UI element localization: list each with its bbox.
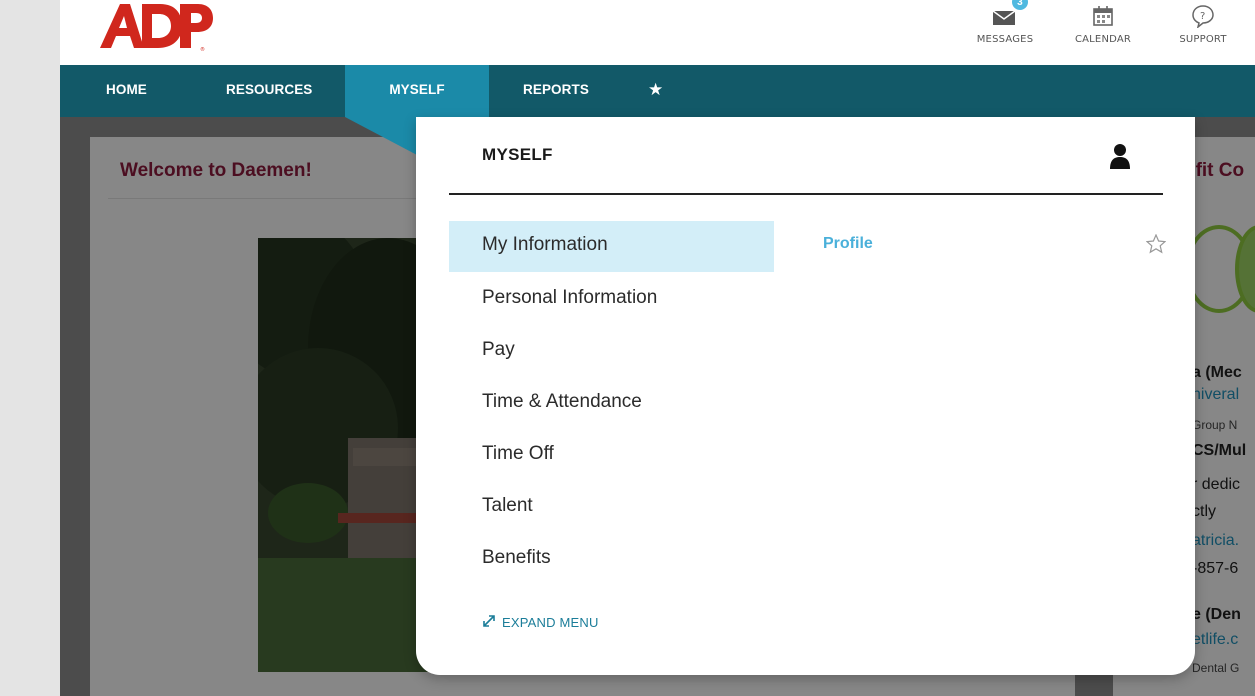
expand-menu-button[interactable]: EXPAND MENU xyxy=(482,614,599,631)
favorites-star-icon[interactable]: ★ xyxy=(648,65,663,117)
menu-item-time-off[interactable]: Time Off xyxy=(482,443,554,465)
menu-divider xyxy=(449,193,1163,195)
menu-item-pay[interactable]: Pay xyxy=(482,339,515,361)
person-icon xyxy=(1109,143,1131,169)
adp-logo[interactable]: ® xyxy=(96,0,216,53)
support-icon: ? xyxy=(1191,0,1215,32)
menu-item-benefits[interactable]: Benefits xyxy=(482,547,551,569)
messages-link[interactable]: 3 MESSAGES xyxy=(970,0,1040,65)
support-link[interactable]: ? SUPPORT xyxy=(1168,0,1238,65)
messages-label: MESSAGES xyxy=(976,34,1034,45)
nav-resources[interactable]: RESOURCES xyxy=(226,65,312,117)
calendar-link[interactable]: CALENDAR xyxy=(1068,0,1138,65)
main-nav: HOME RESOURCES MYSELF REPORTS ★ xyxy=(60,65,1255,117)
nav-home[interactable]: HOME xyxy=(106,65,147,117)
menu-title: MYSELF xyxy=(482,145,553,164)
support-label: SUPPORT xyxy=(1179,34,1227,45)
expand-menu-label: EXPAND MENU xyxy=(502,615,599,630)
svg-text:®: ® xyxy=(200,46,205,52)
menu-item-talent[interactable]: Talent xyxy=(482,495,533,517)
calendar-icon xyxy=(1092,0,1114,32)
menu-item-my-information[interactable]: My Information xyxy=(482,234,608,256)
nav-myself-label: MYSELF xyxy=(389,82,445,97)
envelope-icon: 3 xyxy=(992,0,1028,32)
add-favorite-star-icon[interactable] xyxy=(1145,233,1167,254)
calendar-label: CALENDAR xyxy=(1074,34,1132,45)
myself-menu-panel: MYSELF My Information Personal Informati… xyxy=(416,117,1195,675)
messages-badge: 3 xyxy=(1012,0,1028,10)
submenu-item-profile[interactable]: Profile xyxy=(823,235,873,253)
expand-arrows-icon xyxy=(482,614,496,631)
menu-item-time-attendance[interactable]: Time & Attendance xyxy=(482,391,642,413)
nav-reports[interactable]: REPORTS xyxy=(523,65,589,117)
nav-myself[interactable]: MYSELF xyxy=(345,65,489,117)
top-header: ® 3 MESSAGES CALENDAR ? SUPPORT xyxy=(60,0,1255,65)
left-gutter xyxy=(0,0,60,696)
menu-item-personal-information[interactable]: Personal Information xyxy=(482,287,657,309)
svg-text:?: ? xyxy=(1200,11,1206,22)
